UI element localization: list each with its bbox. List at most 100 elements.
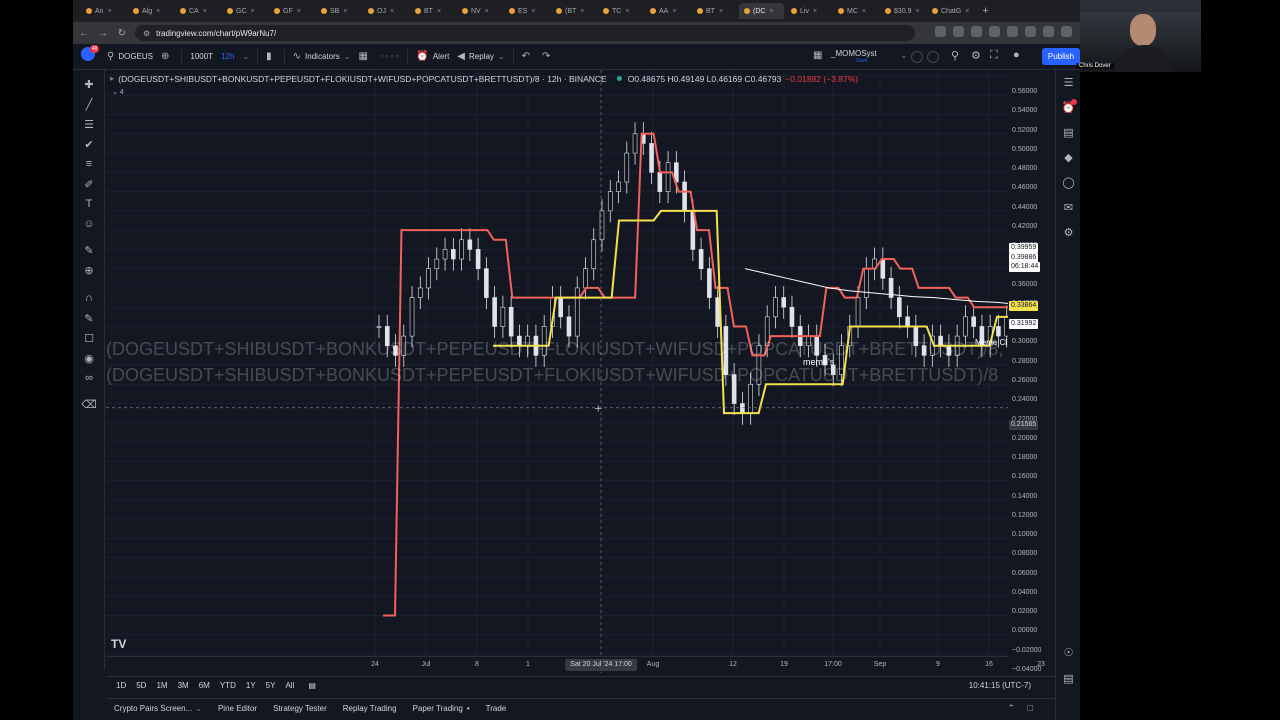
browser-tab[interactable]: CA × — [175, 3, 220, 19]
range-button[interactable]: 5D — [136, 681, 146, 690]
stay-in-drawing-icon[interactable]: ✎ — [73, 308, 105, 328]
help-icon[interactable]: ☉ — [1056, 640, 1080, 665]
close-tab-icon[interactable]: × — [625, 8, 629, 15]
legend-collapse-icon[interactable]: ▸ — [110, 73, 114, 84]
zoom-icon[interactable] — [935, 26, 946, 37]
browser-tab[interactable]: (DC × — [739, 3, 784, 19]
publish-button[interactable]: Publish — [1042, 48, 1080, 65]
emoji-icon[interactable]: ☺ — [73, 214, 105, 234]
browser-tab[interactable]: $30.9 × — [880, 3, 925, 19]
extension-icon[interactable] — [1025, 26, 1036, 37]
close-tab-icon[interactable]: × — [580, 8, 584, 15]
notifications-icon[interactable]: ⚙ — [1056, 220, 1080, 245]
symbol-search[interactable]: ⚲ DOGEUS — [107, 51, 153, 62]
chart-type-button[interactable]: ▮ — [266, 51, 276, 62]
link-icon[interactable]: ∞ — [73, 368, 105, 388]
clock-icon[interactable] — [927, 51, 939, 63]
pin-icon[interactable] — [911, 51, 923, 63]
close-tab-icon[interactable]: × — [297, 8, 301, 15]
close-tab-icon[interactable]: × — [390, 8, 394, 15]
range-button[interactable]: 1D — [116, 681, 126, 690]
search-icon[interactable]: ⚲ — [951, 49, 959, 62]
tab-pine-editor[interactable]: Pine Editor — [218, 704, 257, 713]
clock-timezone[interactable]: 10:41:15 (UTC-7) — [969, 681, 1031, 690]
time-axis[interactable]: 24 Jul 8 1 Aug 12 19 17:00 Sep 9 16 23 Sat 20 Jul '2… — [106, 656, 1045, 672]
site-info-icon[interactable]: ⚙ — [143, 29, 150, 38]
camera-icon[interactable]: ● — [1013, 49, 1020, 61]
fib-retracement-icon[interactable]: ≡ — [73, 154, 105, 174]
browser-tab[interactable]: SB × — [316, 3, 361, 19]
forward-icon[interactable]: → — [95, 28, 111, 39]
close-tab-icon[interactable]: × — [965, 8, 969, 15]
range-button[interactable]: 3M — [178, 681, 189, 690]
browser-tab[interactable]: ChatG × — [927, 3, 974, 19]
ruler-icon[interactable]: ✎ — [73, 240, 105, 260]
tv-icon-buttons[interactable]: ○ ○ ○ ○ — [380, 54, 400, 60]
new-tab-button[interactable]: + — [982, 5, 988, 17]
trend-line-icon[interactable]: ╱ — [73, 94, 105, 114]
ideas-icon[interactable]: ◯ — [1056, 170, 1080, 195]
collapse-panel-icon[interactable]: ⌃ — [1007, 703, 1015, 714]
extension-icon[interactable] — [971, 26, 982, 37]
close-tab-icon[interactable]: × — [156, 8, 160, 15]
bookmark-star-icon[interactable] — [953, 26, 964, 37]
browser-tab[interactable]: (BT × — [551, 3, 596, 19]
extension-icon[interactable] — [1043, 26, 1054, 37]
settings-gear-icon[interactable]: ⚙ — [971, 49, 981, 62]
goto-date-icon[interactable]: ▤ — [308, 681, 316, 690]
crosshair-icon[interactable]: ✚ — [73, 74, 105, 94]
browser-tab[interactable]: OJ × — [363, 3, 408, 19]
watchlist-icon[interactable]: ☰ — [1056, 70, 1080, 95]
lock-icon[interactable]: ☐ — [73, 328, 105, 348]
tab-paper-trading[interactable]: Paper Trading • — [413, 704, 470, 713]
interval-dropdown-icon[interactable]: ⌄ — [242, 52, 249, 61]
range-button[interactable]: 1Y — [246, 681, 256, 690]
data-window-icon[interactable]: ▤ — [1056, 120, 1080, 145]
browser-tab[interactable]: BT × — [410, 3, 455, 19]
range-button[interactable]: All — [285, 681, 294, 690]
browser-tab[interactable]: TC × — [598, 3, 643, 19]
templates-button[interactable]: ▦ — [358, 51, 371, 62]
fullscreen-icon[interactable]: ⛶ — [990, 49, 998, 62]
indicator-count-toggle[interactable]: ⌄ 4 — [112, 88, 124, 96]
browser-tab[interactable]: Liv × — [786, 3, 831, 19]
chat-icon[interactable]: ✉ — [1056, 195, 1080, 220]
calendar-icon[interactable]: ▤ — [1056, 666, 1080, 691]
maximize-panel-icon[interactable]: □ — [1028, 703, 1033, 713]
extension-icon[interactable] — [1007, 26, 1018, 37]
indicators-button[interactable]: ∿ Indicators ⌄ — [293, 51, 351, 62]
eye-icon[interactable]: ◉ — [73, 348, 105, 368]
compare-symbol-button[interactable]: ⊕ — [161, 51, 173, 62]
horizontal-lines-icon[interactable]: ☰ — [73, 114, 105, 134]
browser-tab[interactable]: NV × — [457, 3, 502, 19]
interval-button[interactable]: 1000T — [190, 52, 213, 61]
undo-button[interactable]: ↶ — [522, 51, 534, 62]
alerts-icon[interactable]: ⏰ — [1056, 95, 1080, 120]
trash-icon[interactable]: ⌫ — [73, 394, 105, 414]
reload-icon[interactable]: ↻ — [114, 28, 130, 39]
close-tab-icon[interactable]: × — [916, 8, 920, 15]
zoom-in-icon[interactable]: ⊕ — [73, 260, 105, 280]
back-icon[interactable]: ← — [76, 28, 92, 39]
close-tab-icon[interactable]: × — [719, 8, 723, 15]
tab-crypto-screener[interactable]: Crypto Pairs Screen... ⌄ — [114, 704, 202, 713]
close-tab-icon[interactable]: × — [531, 8, 535, 15]
close-tab-icon[interactable]: × — [437, 8, 441, 15]
text-icon[interactable]: T — [73, 194, 105, 214]
profile-icon[interactable] — [1061, 26, 1072, 37]
close-tab-icon[interactable]: × — [108, 8, 112, 15]
legend-symbol-title[interactable]: (DOGEUSDT+SHIBUSDT+BONKUSDT+PEPEUSDT+FLO… — [118, 74, 606, 84]
close-tab-icon[interactable]: × — [251, 8, 255, 15]
browser-tab[interactable]: GC × — [222, 3, 267, 19]
range-button[interactable]: YTD — [220, 681, 236, 690]
close-tab-icon[interactable]: × — [862, 8, 866, 15]
brush-icon[interactable]: ✐ — [73, 174, 105, 194]
tab-strategy-tester[interactable]: Strategy Tester — [273, 704, 327, 713]
close-tab-icon[interactable]: × — [813, 8, 817, 15]
close-tab-icon[interactable]: × — [485, 8, 489, 15]
url-field[interactable]: ⚙ tradingview.com/chart/pW9arNu7/ — [135, 25, 915, 41]
layers-icon[interactable]: ◆ — [1056, 145, 1080, 170]
browser-tab[interactable]: BT × — [692, 3, 737, 19]
interval-button-12h[interactable]: 12h — [221, 52, 234, 61]
browser-tab[interactable]: ES × — [504, 3, 549, 19]
